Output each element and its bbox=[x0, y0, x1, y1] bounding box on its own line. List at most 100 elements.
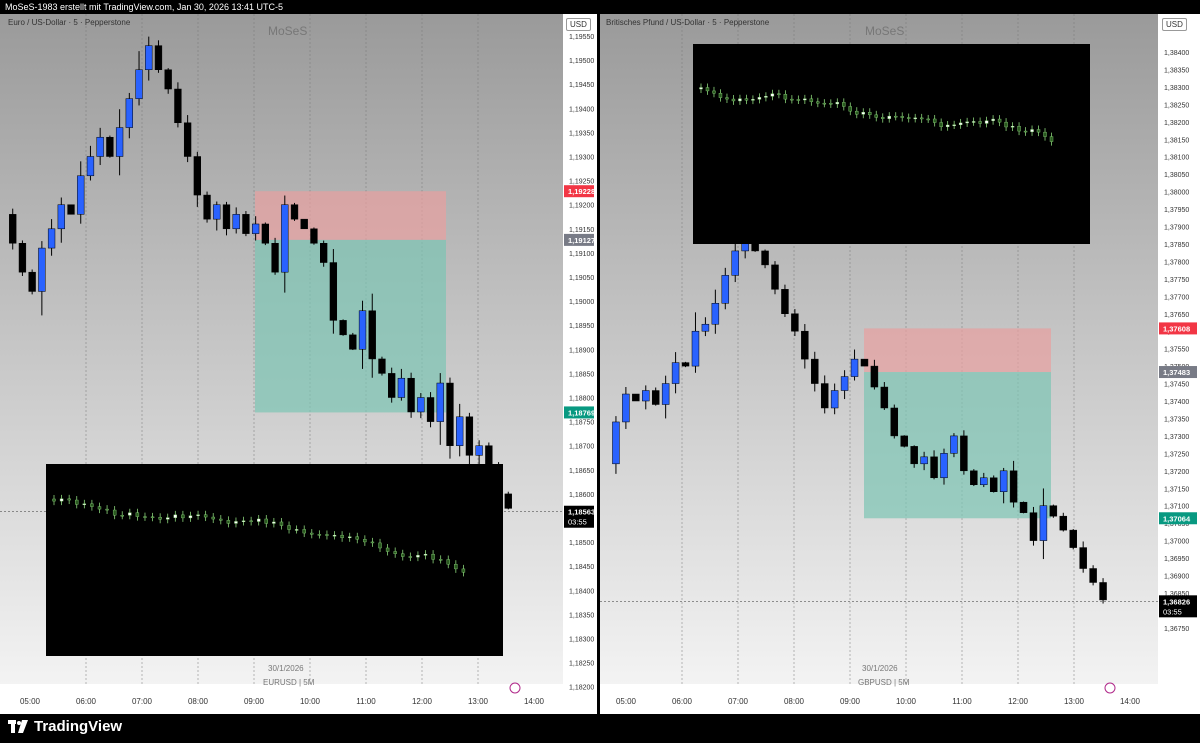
inset-candle-body bbox=[991, 118, 995, 121]
inset-candle-body bbox=[790, 98, 794, 101]
candle-body bbox=[28, 271, 36, 292]
x-tick-label: 09:00 bbox=[840, 697, 861, 706]
last-price-label: 1,18563 bbox=[568, 508, 595, 517]
inset-candle-body bbox=[355, 536, 359, 540]
candle-body bbox=[940, 453, 948, 479]
candle-body bbox=[801, 330, 809, 360]
stop-loss-price-label: 1,37608 bbox=[1163, 324, 1190, 333]
inset-candle-body bbox=[945, 124, 950, 127]
y-tick-label: 1,18350 bbox=[569, 612, 594, 619]
date-label: 30/1/2026 bbox=[268, 664, 304, 673]
y-tick-label: 1,37250 bbox=[1164, 451, 1189, 458]
y-tick-label: 1,19550 bbox=[569, 34, 594, 41]
inset-candle-body bbox=[378, 542, 382, 549]
candle-body bbox=[456, 416, 464, 446]
candle-body bbox=[870, 365, 879, 388]
inset-candle-body bbox=[219, 518, 223, 521]
chart-panel-eurusd[interactable]: 05:00 06:00 07:00 08:00 09:00 10:00 11:00 12:00… bbox=[0, 14, 597, 714]
inset-candle-body bbox=[249, 520, 253, 523]
candle-body bbox=[9, 214, 17, 244]
candle-body bbox=[242, 214, 250, 234]
inset-candle-body bbox=[738, 98, 742, 102]
candle-body bbox=[920, 456, 928, 465]
y-tick-label: 1,38300 bbox=[1164, 85, 1189, 92]
date-label: 30/1/2026 bbox=[862, 664, 898, 673]
inset-candle-body bbox=[939, 122, 943, 127]
stop-loss-zone bbox=[864, 328, 1051, 373]
inset-candle-body bbox=[731, 98, 736, 102]
inset-candle-body bbox=[166, 517, 170, 520]
y-tick-label: 1,19000 bbox=[569, 299, 594, 306]
inset-candle-body bbox=[310, 532, 314, 535]
inset-candle-body bbox=[971, 121, 976, 123]
inset-candle-body bbox=[932, 118, 937, 123]
y-tick-label: 1,38200 bbox=[1164, 120, 1189, 127]
candle-body bbox=[329, 262, 338, 321]
candle-body bbox=[1029, 512, 1038, 541]
y-tick-label: 1,37450 bbox=[1164, 382, 1189, 389]
gbpusd-chart-svg: 05:00 06:00 07:00 08:00 09:00 10:00 11:00 12:00… bbox=[600, 14, 1200, 714]
footer-bar: TradingView bbox=[0, 714, 1200, 743]
inset-candle-body bbox=[279, 521, 284, 526]
header-title: MoSeS-1983 erstellt mit TradingView.com,… bbox=[0, 0, 1200, 14]
inset-candle-body bbox=[272, 521, 276, 524]
candle-body bbox=[222, 204, 231, 230]
candle-body bbox=[989, 477, 998, 492]
inset-candle-body bbox=[705, 87, 710, 92]
take-profit-price-label: 1,18769 bbox=[568, 408, 595, 417]
y-tick-label: 1,38000 bbox=[1164, 190, 1189, 197]
inset-candle-body bbox=[712, 90, 716, 94]
inset-candle-body bbox=[816, 101, 820, 104]
candle-body bbox=[980, 477, 988, 486]
inset-candle-body bbox=[340, 534, 344, 539]
y-tick-label: 1,37200 bbox=[1164, 469, 1189, 476]
y-tick-label: 1,18600 bbox=[569, 492, 594, 499]
inset-candle-body bbox=[438, 559, 443, 561]
inset-candle-body bbox=[1010, 126, 1015, 128]
y-tick-label: 1,18850 bbox=[569, 371, 594, 378]
candle-body bbox=[154, 45, 163, 70]
chart-panel-gbpusd[interactable]: 05:00 06:00 07:00 08:00 09:00 10:00 11:00 12:00… bbox=[600, 14, 1200, 714]
inset-candle-body bbox=[887, 115, 891, 119]
inset-candle-body bbox=[143, 516, 147, 518]
candle-body bbox=[504, 493, 512, 509]
inset-candle-body bbox=[744, 98, 749, 101]
y-tick-label: 1,38150 bbox=[1164, 137, 1189, 144]
candle-body bbox=[1009, 470, 1018, 503]
inset-candle-body bbox=[907, 117, 911, 119]
candle-body bbox=[1079, 547, 1087, 569]
y-tick-label: 1,18300 bbox=[569, 637, 594, 644]
inset-candle-body bbox=[770, 93, 775, 97]
inset-candle-body bbox=[919, 117, 924, 120]
inset-candle-body bbox=[881, 117, 885, 119]
candle-body bbox=[183, 122, 192, 157]
inset-candle-body bbox=[848, 106, 852, 112]
x-tick-label: 09:00 bbox=[244, 697, 265, 706]
candle-body bbox=[701, 323, 710, 332]
inset-candle-body bbox=[59, 498, 64, 502]
inset-candle-body bbox=[302, 529, 306, 534]
candle-body bbox=[213, 204, 221, 220]
candle-body bbox=[970, 470, 978, 486]
y-tick-label: 1,19100 bbox=[569, 251, 594, 258]
candle-body bbox=[791, 313, 799, 332]
tradingview-logo[interactable]: TradingView bbox=[8, 718, 122, 735]
inset-candle-body bbox=[461, 568, 466, 573]
x-tick-label: 06:00 bbox=[76, 697, 97, 706]
inset-candle-body bbox=[952, 124, 956, 127]
candle-body bbox=[164, 69, 172, 90]
inset-candle-body bbox=[67, 498, 71, 501]
candle-body bbox=[300, 218, 308, 230]
candle-body bbox=[671, 362, 680, 384]
currency-label[interactable]: USD bbox=[566, 18, 591, 31]
tradingview-icon bbox=[8, 719, 28, 733]
x-tick-label: 06:00 bbox=[672, 697, 693, 706]
candle-body bbox=[281, 204, 289, 273]
inset-candle-body bbox=[264, 518, 268, 524]
candle-body bbox=[840, 376, 849, 391]
candle-body bbox=[820, 383, 829, 409]
candle-body bbox=[67, 204, 75, 215]
currency-label[interactable]: USD bbox=[1162, 18, 1187, 31]
entry-price-label: 1,37483 bbox=[1163, 368, 1190, 377]
candle-body bbox=[632, 393, 640, 402]
